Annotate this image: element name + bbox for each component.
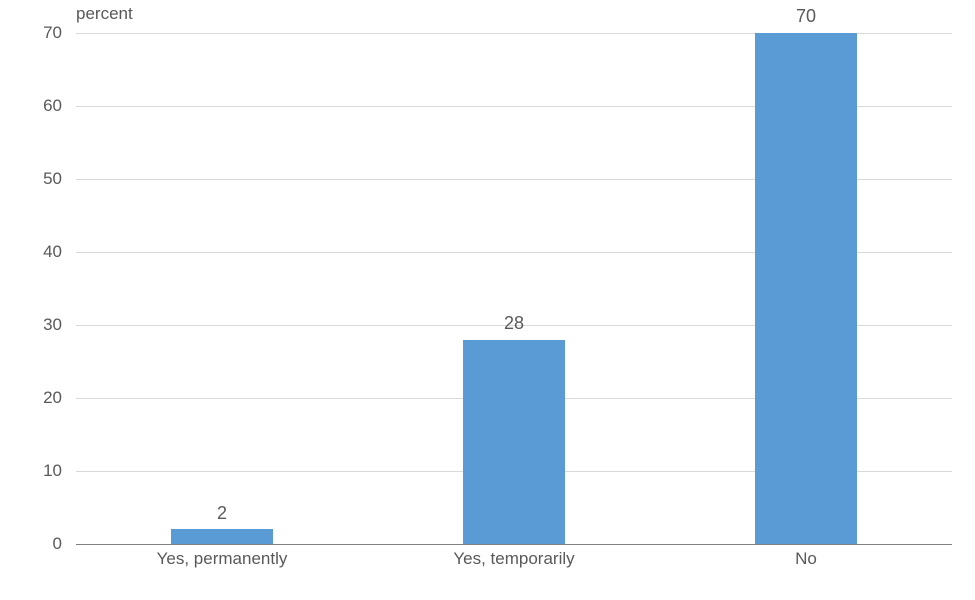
y-tick-label: 40: [0, 242, 62, 262]
y-tick-label: 70: [0, 23, 62, 43]
x-tick-label: No: [795, 549, 817, 569]
x-tick-label: Yes, permanently: [157, 549, 288, 569]
y-tick-label: 50: [0, 169, 62, 189]
bar-value-label: 70: [755, 6, 857, 27]
bar: [171, 529, 273, 544]
bar-group: 70: [755, 33, 857, 544]
y-tick-label: 0: [0, 534, 62, 554]
y-tick-label: 30: [0, 315, 62, 335]
bar-chart: percent 0 10 20 30 40 50 60 70 2 28 70 Y…: [0, 0, 975, 600]
y-tick-label: 60: [0, 96, 62, 116]
bar-value-label: 2: [171, 503, 273, 524]
bar-group: 2: [171, 529, 273, 544]
y-tick-label: 10: [0, 461, 62, 481]
bar-group: 28: [463, 340, 565, 544]
x-axis-line: [76, 544, 952, 545]
y-tick-label: 20: [0, 388, 62, 408]
bar: [463, 340, 565, 544]
bar: [755, 33, 857, 544]
bar-value-label: 28: [463, 313, 565, 334]
plot-area: 2 28 70: [76, 33, 952, 545]
y-axis-label: percent: [76, 4, 133, 24]
x-tick-label: Yes, temporarily: [453, 549, 574, 569]
